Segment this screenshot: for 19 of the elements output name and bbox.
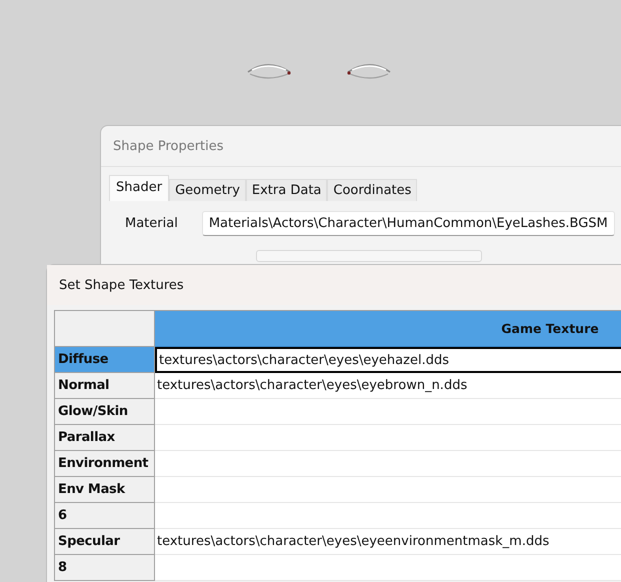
texture-path-cell[interactable]: textures\actors\character\eyes\eyehazel.dds — [155, 347, 621, 373]
input-field[interactable] — [256, 250, 482, 262]
row-header[interactable]: Specular — [55, 529, 155, 555]
row-header[interactable]: Glow/Skin — [55, 399, 155, 425]
material-field[interactable]: Materials\Actors\Character\HumanCommon\EyeLashes.BGSM — [202, 211, 615, 236]
tab[interactable]: Extra Data — [246, 179, 328, 201]
row-header[interactable]: Normal — [55, 373, 155, 399]
tab[interactable]: Coordinates — [327, 179, 418, 201]
row-header[interactable]: Env Mask — [55, 477, 155, 503]
row-header[interactable]: 6 — [55, 503, 155, 529]
row-header[interactable]: 8 — [55, 555, 155, 581]
column-header[interactable]: Game Texture — [155, 311, 621, 347]
row-header[interactable]: Environment — [55, 451, 155, 477]
row-header[interactable]: Diffuse — [55, 347, 155, 373]
tab[interactable]: Geometry — [169, 179, 246, 201]
field-label: Material — [125, 216, 178, 231]
tab[interactable]: Shader — [109, 175, 170, 201]
row-header[interactable]: Parallax — [55, 425, 155, 451]
window-title: Shape Properties — [101, 126, 621, 167]
